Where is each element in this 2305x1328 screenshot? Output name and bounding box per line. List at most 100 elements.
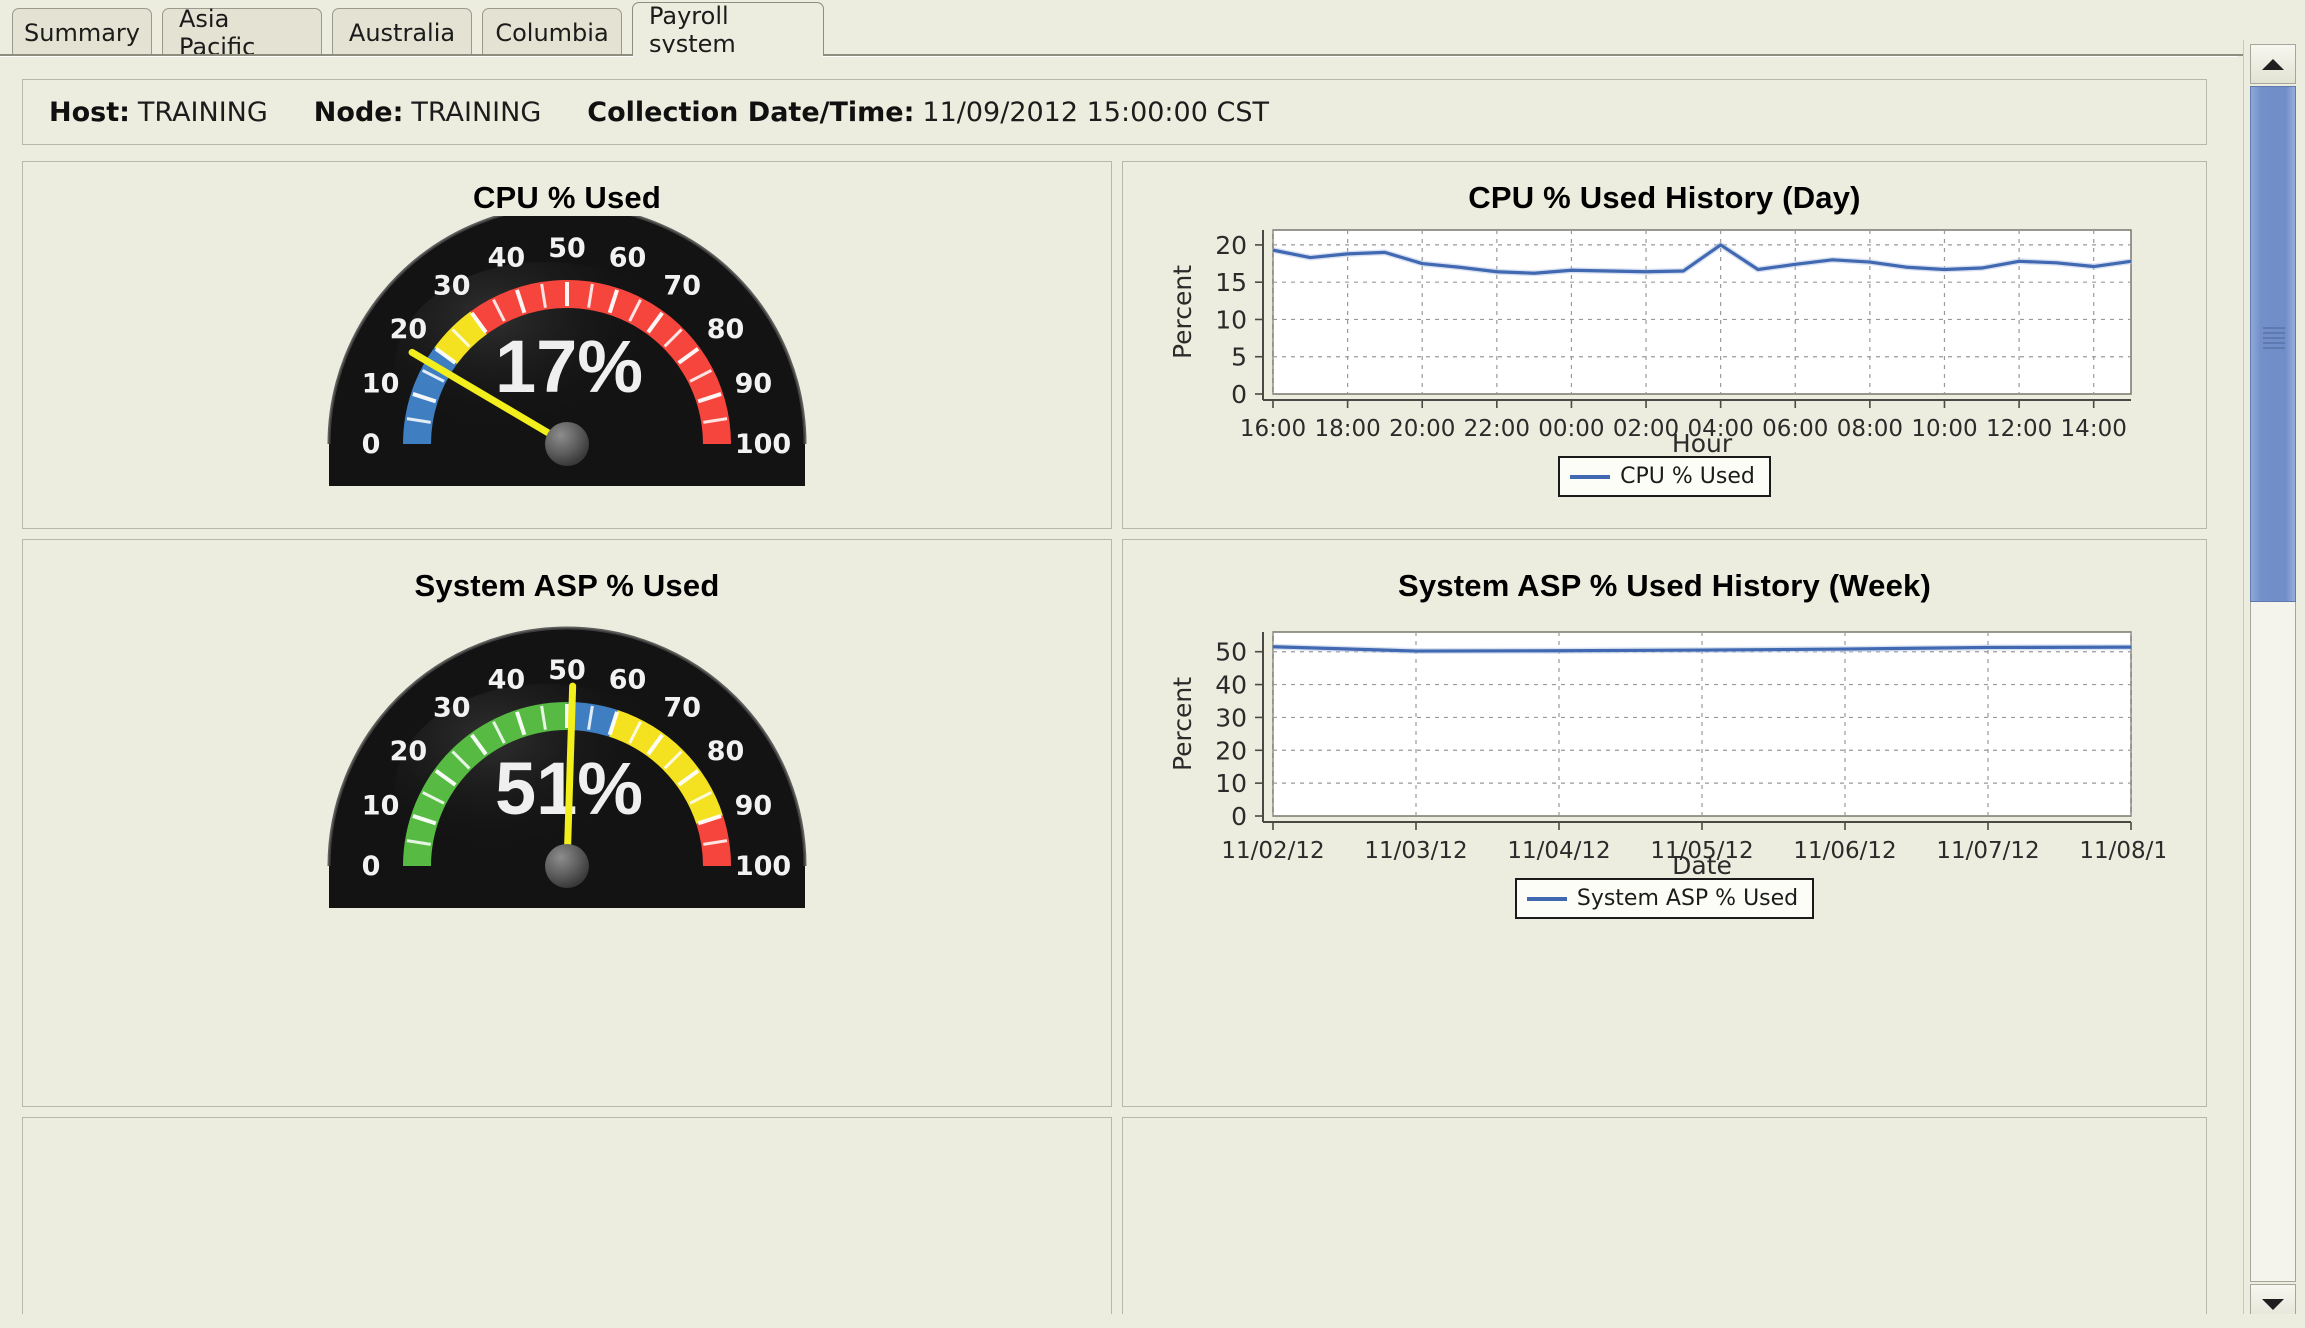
cpu-gauge: 0 10 20 30 40 50 60 70 80 90 100 17% xyxy=(257,216,877,486)
cpu-legend-row: CPU % Used xyxy=(1123,456,2206,497)
host-value: TRAINING xyxy=(137,96,268,128)
scroll-up-button[interactable] xyxy=(2250,44,2296,84)
svg-text:11/04/12: 11/04/12 xyxy=(1507,838,1610,864)
asp-gauge-title: System ASP % Used xyxy=(414,568,720,603)
tab-columbia[interactable]: Columbia xyxy=(482,8,622,56)
svg-text:70: 70 xyxy=(663,692,701,723)
svg-text:30: 30 xyxy=(1215,703,1247,732)
svg-text:17%: 17% xyxy=(495,325,643,408)
svg-text:02:00: 02:00 xyxy=(1612,416,1678,442)
asp-gauge: 0 10 20 30 40 50 60 70 80 90 100 51% xyxy=(257,618,877,908)
asp-history-plot: 11/02/12 11/03/12 11/04/12 11/05/12 11/06/12… xyxy=(1168,631,2165,878)
vertical-scrollbar[interactable] xyxy=(2243,40,2305,1328)
dashboard-content: Host: TRAINING Node: TRAINING Collection… xyxy=(0,56,2237,1328)
asp-history-card: System ASP % Used History (Week) 11/02/1… xyxy=(1122,539,2207,1107)
svg-text:11/07/12: 11/07/12 xyxy=(1936,838,2039,864)
tab-label: Australia xyxy=(348,18,456,47)
collection-datetime-value: 11/09/2012 15:00:00 CST xyxy=(922,96,1269,128)
svg-text:0: 0 xyxy=(362,851,381,882)
svg-text:0: 0 xyxy=(1231,802,1247,831)
triangle-down-icon xyxy=(2262,1298,2284,1310)
asp-history-title: System ASP % Used History (Week) xyxy=(1397,568,1932,603)
svg-text:Hour: Hour xyxy=(1671,429,1732,456)
tab-summary[interactable]: Summary xyxy=(12,8,152,56)
svg-text:22:00: 22:00 xyxy=(1463,416,1529,442)
tab-australia[interactable]: Australia xyxy=(332,8,472,56)
svg-text:40: 40 xyxy=(488,243,526,274)
svg-text:0: 0 xyxy=(362,429,381,460)
svg-text:50: 50 xyxy=(1215,638,1247,667)
host-label: Host: xyxy=(49,96,130,128)
svg-text:10: 10 xyxy=(362,790,400,821)
tab-label: Summary xyxy=(24,18,140,47)
asp-history-chart: 11/02/12 11/03/12 11/04/12 11/05/12 11/06/12… xyxy=(1123,618,2206,919)
svg-text:18:00: 18:00 xyxy=(1314,416,1380,442)
svg-text:30: 30 xyxy=(433,692,471,723)
cpu-chart-legend: CPU % Used xyxy=(1558,456,1771,497)
svg-text:100: 100 xyxy=(735,851,791,882)
svg-text:60: 60 xyxy=(609,665,647,696)
node-label: Node: xyxy=(313,96,404,128)
asp-gauge-card: System ASP % Used 0 10 20 30 40 50 60 70 80 90 100… xyxy=(22,539,1112,1107)
svg-text:0: 0 xyxy=(1231,380,1247,409)
tab-label: Asia Pacific xyxy=(179,4,256,61)
svg-text:20: 20 xyxy=(1215,736,1247,765)
svg-text:10: 10 xyxy=(1215,769,1247,798)
tab-strip: Summary Asia Pacific Australia Columbia … xyxy=(0,0,2305,61)
svg-text:10: 10 xyxy=(362,368,400,399)
next-panel-right xyxy=(1122,1117,2207,1328)
svg-text:80: 80 xyxy=(707,736,745,767)
svg-text:16:00: 16:00 xyxy=(1239,416,1305,442)
svg-text:11/03/12: 11/03/12 xyxy=(1364,838,1467,864)
svg-text:40: 40 xyxy=(1215,671,1247,700)
tab-label: Payroll system xyxy=(649,1,736,58)
cpu-history-plot: 16:00 18:00 20:00 22:00 00:00 02:00 04:00 06:00… xyxy=(1168,229,2132,456)
svg-text:100: 100 xyxy=(735,429,791,460)
tab-asia-pacific[interactable]: Asia Pacific xyxy=(162,5,322,61)
cpu-history-card: CPU % Used History (Day) 16:00 18:00 20:00… xyxy=(1122,161,2207,529)
svg-text:20: 20 xyxy=(1215,231,1247,260)
svg-text:5: 5 xyxy=(1231,343,1247,372)
svg-text:20: 20 xyxy=(390,736,428,767)
svg-text:11/02/12: 11/02/12 xyxy=(1221,838,1324,864)
asp-legend-row: System ASP % Used xyxy=(1123,878,2206,919)
svg-text:60: 60 xyxy=(609,243,647,274)
svg-text:90: 90 xyxy=(735,790,773,821)
svg-text:15: 15 xyxy=(1215,268,1247,297)
legend-label: System ASP % Used xyxy=(1576,886,1799,911)
host-info-bar: Host: TRAINING Node: TRAINING Collection… xyxy=(22,79,2207,145)
scrollbar-thumb[interactable] xyxy=(2250,86,2296,602)
svg-text:40: 40 xyxy=(488,665,526,696)
svg-text:70: 70 xyxy=(663,270,701,301)
svg-text:80: 80 xyxy=(707,314,745,345)
scrollbar-grip-icon xyxy=(2263,327,2285,349)
legend-label: CPU % Used xyxy=(1620,464,1755,489)
svg-text:06:00: 06:00 xyxy=(1762,416,1828,442)
node-value: TRAINING xyxy=(411,96,542,128)
tab-payroll-system[interactable]: Payroll system xyxy=(632,1,824,58)
window-bottom-edge xyxy=(0,1314,2305,1328)
svg-text:Date: Date xyxy=(1672,851,1732,878)
svg-text:90: 90 xyxy=(735,368,773,399)
tab-label: Columbia xyxy=(495,18,609,47)
active-tab-underline-cover xyxy=(633,53,823,57)
series-color-swatch-icon xyxy=(1526,896,1567,901)
collection-datetime-label: Collection Date/Time: xyxy=(587,96,915,128)
asp-gauge-graphic: 010203040 50 6070809010051% xyxy=(327,626,807,908)
svg-text:20: 20 xyxy=(390,314,428,345)
svg-text:10:00: 10:00 xyxy=(1911,416,1977,442)
next-panel-left xyxy=(22,1117,1112,1328)
svg-text:30: 30 xyxy=(433,270,471,301)
asp-chart-legend: System ASP % Used xyxy=(1514,878,1815,919)
svg-text:11/08/12: 11/08/12 xyxy=(2079,838,2165,864)
svg-text:Percent: Percent xyxy=(1168,265,1197,359)
series-color-swatch-icon xyxy=(1570,474,1611,479)
triangle-up-icon xyxy=(2262,58,2284,70)
svg-text:Percent: Percent xyxy=(1168,677,1197,771)
svg-text:14:00: 14:00 xyxy=(2060,416,2126,442)
svg-text:11/06/12: 11/06/12 xyxy=(1793,838,1896,864)
cpu-history-title: CPU % Used History (Day) xyxy=(1468,180,1861,215)
cpu-gauge-graphic: 010203040 50 6070809010017% xyxy=(327,216,807,486)
svg-text:20:00: 20:00 xyxy=(1389,416,1455,442)
svg-text:50: 50 xyxy=(548,233,586,264)
